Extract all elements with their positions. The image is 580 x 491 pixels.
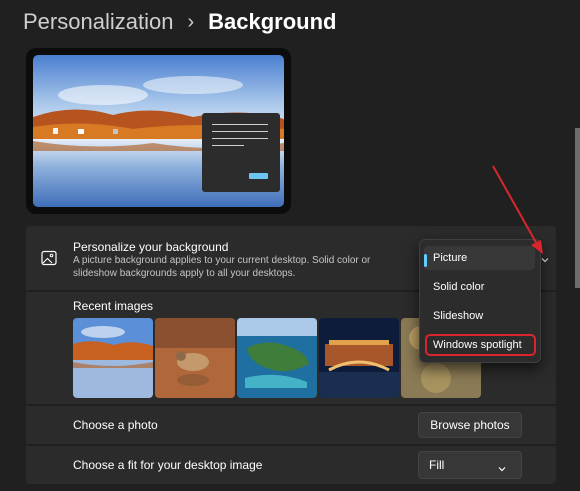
- recent-images-label: Recent images: [73, 299, 154, 313]
- recent-image-duck[interactable]: [155, 318, 235, 398]
- recent-image-night-bridge[interactable]: [319, 318, 399, 398]
- picture-icon: [41, 250, 57, 266]
- menu-item-solid-color[interactable]: Solid color: [424, 275, 535, 299]
- recent-image-autumn-lake[interactable]: [73, 318, 153, 398]
- preview-window: [202, 113, 280, 192]
- annotation-highlight-box: [425, 334, 536, 356]
- recent-image-island[interactable]: [237, 318, 317, 398]
- page-title: Background: [208, 9, 337, 34]
- chevron-down-icon: [541, 258, 549, 263]
- preview-button: [249, 173, 268, 179]
- fit-dropdown[interactable]: Fill: [418, 451, 522, 479]
- chevron-down-icon: [498, 467, 506, 472]
- breadcrumb: Personalization › Background: [23, 6, 336, 38]
- selection-indicator: [424, 254, 427, 267]
- choose-photo-label: Choose a photo: [73, 418, 158, 432]
- choose-fit-label: Choose a fit for your desktop image: [73, 458, 263, 472]
- personalize-description: A picture background applies to your cur…: [73, 255, 371, 279]
- menu-item-slideshow[interactable]: Slideshow: [424, 304, 535, 328]
- browse-photos-button[interactable]: Browse photos: [418, 412, 522, 438]
- fit-dropdown-value: Fill: [429, 458, 445, 472]
- breadcrumb-separator: ›: [187, 10, 195, 33]
- window-edge: [575, 128, 580, 288]
- menu-item-picture[interactable]: Picture: [424, 246, 535, 270]
- personalize-title: Personalize your background: [73, 240, 229, 254]
- breadcrumb-personalization[interactable]: Personalization: [23, 9, 173, 35]
